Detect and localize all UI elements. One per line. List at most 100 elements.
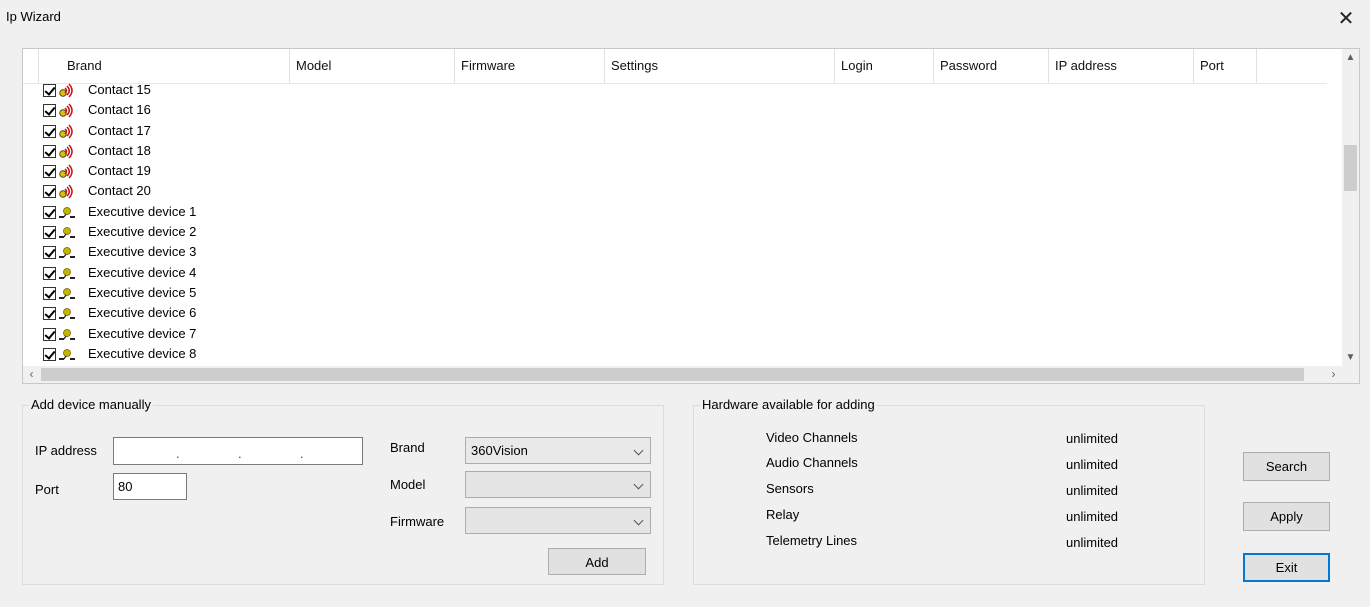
contact-sensor-icon	[59, 103, 75, 118]
table-row[interactable]: Executive device 6	[23, 303, 1327, 323]
firmware-label: Firmware	[390, 514, 445, 529]
table-row[interactable]: Contact 19	[23, 161, 1327, 181]
search-button[interactable]: Search	[1243, 452, 1330, 481]
add-button[interactable]: Add	[548, 548, 646, 575]
brand-label: Brand	[390, 440, 425, 455]
table-row[interactable]: Executive device 4	[23, 263, 1327, 283]
hardware-item-name: Telemetry Lines	[766, 533, 858, 548]
list-body: Contact 15 Contact 16 Contact 17 Contact 18…	[23, 80, 1327, 364]
vertical-scroll-thumb[interactable]	[1344, 145, 1357, 191]
contact-sensor-icon	[59, 164, 75, 179]
column-header-port[interactable]: Port	[1194, 49, 1257, 83]
hardware-item-name: Video Channels	[766, 430, 858, 445]
table-row[interactable]: Executive device 5	[23, 283, 1327, 303]
close-icon[interactable]: ✕	[1333, 7, 1359, 31]
scroll-left-icon[interactable]: ‹	[23, 366, 40, 383]
row-checkbox[interactable]	[43, 307, 56, 321]
contact-sensor-icon	[59, 83, 75, 98]
column-header-ip-address[interactable]: IP address	[1049, 49, 1194, 83]
table-row[interactable]: Contact 20	[23, 181, 1327, 201]
column-header-login[interactable]: Login	[835, 49, 934, 83]
table-row[interactable]: Executive device 8	[23, 344, 1327, 364]
row-label: Contact 16	[88, 102, 151, 118]
hardware-item-name: Relay	[766, 507, 800, 522]
table-row[interactable]: Executive device 1	[23, 202, 1327, 222]
row-label: Executive device 6	[88, 305, 197, 321]
row-checkbox[interactable]	[43, 205, 56, 219]
chevron-down-icon	[633, 515, 644, 526]
scroll-down-icon[interactable]: ▼	[1342, 349, 1359, 366]
column-header-spacer	[23, 49, 39, 83]
table-row[interactable]: Contact 18	[23, 141, 1327, 161]
title-bar: Ip Wizard ✕	[0, 0, 1370, 34]
add-device-group-title: Add device manually	[29, 397, 153, 412]
scroll-corner	[1342, 366, 1359, 383]
horizontal-scrollbar[interactable]: ‹ ›	[23, 366, 1342, 383]
row-label: Contact 18	[88, 142, 151, 158]
row-label: Executive device 8	[88, 345, 197, 361]
list-header: Brand Model Firmware Settings Login Pass…	[23, 49, 1327, 84]
table-row[interactable]: Contact 17	[23, 121, 1327, 141]
row-label: Executive device 2	[88, 224, 197, 240]
row-label: Contact 15	[88, 82, 151, 97]
row-checkbox[interactable]	[43, 84, 56, 97]
contact-sensor-icon	[59, 124, 75, 139]
row-checkbox[interactable]	[43, 347, 56, 361]
table-row[interactable]: Contact 16	[23, 100, 1327, 120]
port-field[interactable]	[113, 473, 187, 500]
column-header-password[interactable]: Password	[934, 49, 1049, 83]
executive-device-icon	[59, 205, 75, 220]
chevron-down-icon	[633, 445, 644, 456]
row-label: Executive device 1	[88, 203, 197, 219]
table-row[interactable]: Contact 15	[23, 80, 1327, 100]
hardware-item-value: unlimited	[1066, 457, 1119, 472]
contact-sensor-icon	[59, 144, 75, 159]
row-checkbox[interactable]	[43, 226, 56, 240]
window-title: Ip Wizard	[6, 9, 61, 24]
column-header-firmware[interactable]: Firmware	[455, 49, 605, 83]
row-label: Contact 20	[88, 183, 151, 199]
row-checkbox[interactable]	[43, 144, 56, 158]
row-label: Executive device 3	[88, 244, 197, 260]
contact-sensor-icon	[59, 184, 75, 199]
executive-device-icon	[59, 327, 75, 342]
model-label: Model	[390, 477, 426, 492]
row-checkbox[interactable]	[43, 246, 56, 260]
row-checkbox[interactable]	[43, 165, 56, 179]
row-label: Executive device 4	[88, 264, 197, 280]
row-checkbox[interactable]	[43, 327, 56, 341]
column-header-model[interactable]: Model	[290, 49, 455, 83]
table-row[interactable]: Executive device 3	[23, 242, 1327, 262]
ip-address-field[interactable]: . . .	[113, 437, 363, 465]
vertical-scrollbar[interactable]: ▲ ▼	[1342, 49, 1359, 366]
executive-device-icon	[59, 347, 75, 362]
brand-select[interactable]: 360Vision	[465, 437, 651, 464]
table-row[interactable]: Executive device 7	[23, 324, 1327, 344]
executive-device-icon	[59, 306, 75, 321]
hardware-item-value: unlimited	[1066, 431, 1119, 446]
model-select[interactable]	[465, 471, 651, 498]
column-header-brand[interactable]: Brand	[61, 49, 290, 83]
hardware-item-value: unlimited	[1066, 483, 1119, 498]
scroll-right-icon[interactable]: ›	[1325, 366, 1342, 383]
hardware-item-name: Audio Channels	[766, 455, 858, 470]
hardware-item-value: unlimited	[1066, 509, 1119, 524]
column-header-settings[interactable]: Settings	[605, 49, 835, 83]
row-checkbox[interactable]	[43, 185, 56, 199]
executive-device-icon	[59, 286, 75, 301]
row-checkbox[interactable]	[43, 286, 56, 300]
device-list[interactable]: Brand Model Firmware Settings Login Pass…	[22, 48, 1360, 384]
table-row[interactable]: Executive device 2	[23, 222, 1327, 242]
row-checkbox[interactable]	[43, 124, 56, 138]
hardware-item-value: unlimited	[1066, 535, 1119, 550]
firmware-select[interactable]	[465, 507, 651, 534]
apply-button[interactable]: Apply	[1243, 502, 1330, 531]
row-label: Contact 19	[88, 163, 151, 179]
exit-button[interactable]: Exit	[1243, 553, 1330, 582]
row-checkbox[interactable]	[43, 266, 56, 280]
executive-device-icon	[59, 266, 75, 281]
scroll-up-icon[interactable]: ▲	[1342, 49, 1359, 66]
row-checkbox[interactable]	[43, 104, 56, 118]
horizontal-scroll-thumb[interactable]	[41, 368, 1304, 381]
chevron-down-icon	[633, 479, 644, 490]
